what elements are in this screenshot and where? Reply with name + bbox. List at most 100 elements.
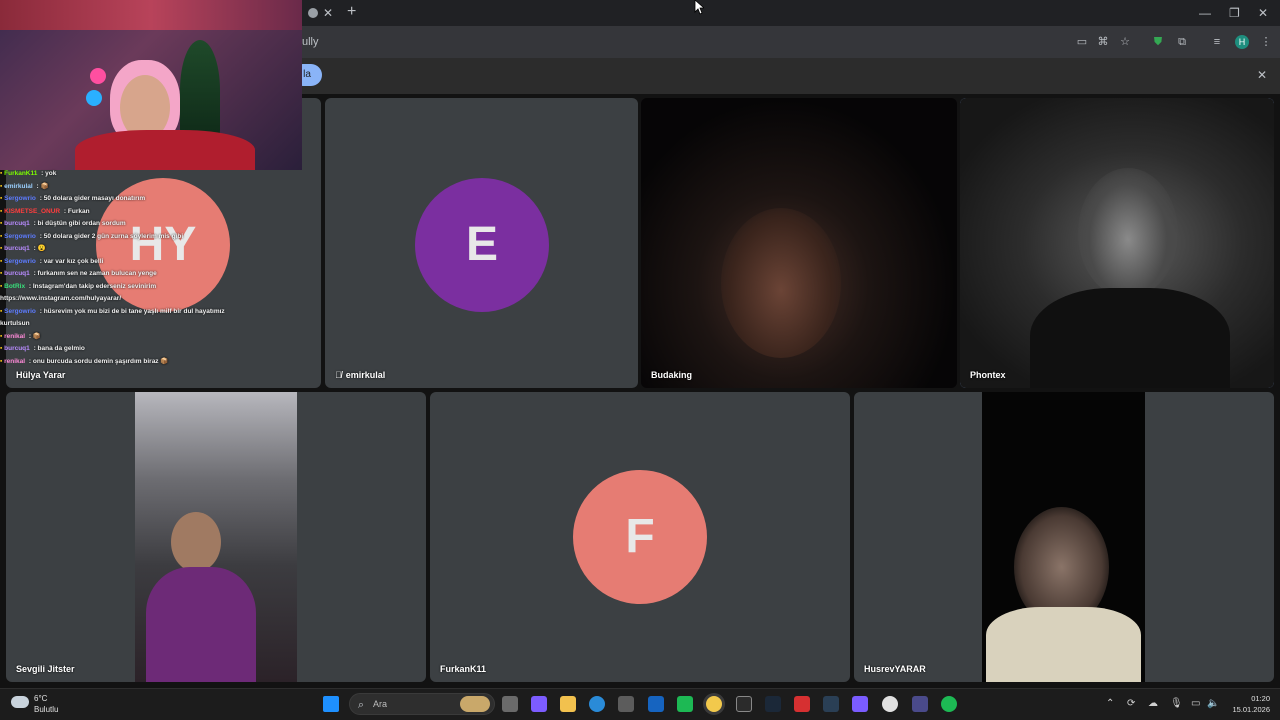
chat-message: ▪ emirkulal : 📦 — [0, 181, 320, 194]
store-icon[interactable] — [618, 696, 634, 712]
streamer-webcam — [0, 0, 302, 170]
chat-message: ▪ burcuq1 : bana da gelmio — [0, 343, 320, 356]
chat-text: : yok — [39, 170, 57, 177]
search-placeholder: Ara — [373, 699, 388, 709]
participant-tile-phontex[interactable]: Phontex — [960, 98, 1274, 388]
chat-username[interactable]: burcuq1 — [4, 220, 30, 227]
spotify-icon[interactable] — [941, 696, 957, 712]
clock-date: 15.01.2026 — [1232, 705, 1270, 714]
windows-start-icon[interactable] — [323, 696, 339, 712]
weather-temp: 6°C — [34, 694, 48, 703]
address-text[interactable]: ully — [302, 36, 319, 48]
game-app-icon[interactable] — [823, 696, 839, 712]
chat-text: kurtulsun — [0, 320, 30, 327]
vpn-app-icon[interactable] — [852, 696, 868, 712]
chat-text: : Instagram'dan takip ederseniz seviniri… — [27, 282, 157, 290]
participant-tile-emirkulal[interactable]: E 🎙̸ emirkulal — [325, 98, 638, 388]
chat-message: ▪ Sergowrio : 50 dolara gider masayı don… — [0, 193, 320, 206]
copilot-icon[interactable] — [531, 696, 547, 712]
chat-text: https://www.instagram.com/hulyayarar/ — [0, 295, 122, 302]
weather-widget[interactable]: 6°C Bulutlu — [34, 693, 58, 715]
system-clock[interactable]: 01:20 15.01.2026 — [1226, 693, 1270, 715]
participant-tile-budaking[interactable]: Budaking — [641, 98, 957, 388]
chat-username[interactable]: KISMETSE_ONUR — [4, 208, 60, 215]
edge-icon[interactable] — [589, 696, 605, 712]
restore-icon[interactable]: ❐ — [1229, 6, 1240, 20]
chat-username[interactable]: FurkanK11 — [4, 170, 37, 177]
profile-avatar[interactable]: H — [1235, 35, 1249, 49]
xbox-icon[interactable] — [677, 696, 693, 712]
onedrive-icon[interactable]: ☁ — [1148, 698, 1158, 709]
new-tab-button[interactable]: + — [347, 3, 356, 21]
tab-audio-icon — [308, 8, 318, 18]
chat-text: : bi düştün gibi ordan sordum — [31, 220, 126, 227]
participant-tile-husrevyarar[interactable]: HusrevYARAR — [854, 392, 1274, 682]
app-icon[interactable] — [912, 696, 928, 712]
chat-message: ▪ FurkanK11 : yok — [0, 168, 320, 181]
participant-name: Budaking — [651, 370, 693, 380]
folder-icon[interactable] — [560, 696, 576, 712]
close-window-icon[interactable]: ✕ — [1258, 6, 1268, 20]
chat-text: : onu burcuda sordu demin şaşırdım biraz… — [27, 357, 169, 365]
search-icon: ⌕ — [357, 699, 365, 711]
participant-name-row: 🎙̸ emirkulal — [335, 370, 385, 380]
chat-message: ▪ renikal : 📦 — [0, 331, 320, 344]
chevron-up-icon[interactable]: ⌃ — [1106, 698, 1114, 709]
stream-chat: ▪ FurkanK11 : yok ▪ emirkulal : 📦 ▪ Sergow… — [0, 168, 320, 368]
chat-username[interactable]: burcuq1 — [4, 345, 30, 352]
chat-message: ▪ KISMETSE_ONUR : Furkan — [0, 206, 320, 219]
participant-avatar: F — [573, 470, 707, 604]
infobar-close-icon[interactable]: ✕ — [1257, 68, 1267, 82]
outlook-icon[interactable] — [648, 696, 664, 712]
shield-extension-icon[interactable]: ⛊ — [1151, 35, 1165, 49]
neon-light — [90, 68, 106, 84]
chat-message: ▪ Sergowrio : var var kız çok belli — [0, 256, 320, 269]
chat-username[interactable]: BotRix — [4, 283, 25, 290]
chat-text: : Furkan — [62, 207, 90, 215]
chat-username[interactable]: Sergowrio — [4, 233, 36, 240]
participant-name: FurkanK11 — [440, 664, 487, 674]
tray-app-icon[interactable]: ⟳ — [1127, 698, 1135, 709]
taskbar — [0, 688, 1280, 720]
menu-kebab-icon[interactable]: ⋮ — [1259, 35, 1273, 49]
obs-icon[interactable] — [882, 696, 898, 712]
media-app-icon[interactable] — [794, 696, 810, 712]
streamer-sweater — [75, 130, 255, 170]
tab-close-icon[interactable]: ✕ — [323, 6, 333, 20]
network-icon[interactable]: ▭ — [1191, 698, 1200, 709]
chat-text: : hüsrevim yok mu bizi de bi tane yaşlı … — [37, 307, 225, 315]
chat-username[interactable]: burcuq1 — [4, 270, 30, 277]
chat-text: : 📦 — [34, 182, 49, 190]
participant-name: Hülya Yarar — [16, 370, 66, 380]
chat-username[interactable]: emirkulal — [4, 183, 33, 190]
chat-username[interactable]: renikal — [4, 333, 25, 340]
participant-name: Phontex — [970, 370, 1006, 380]
participant-jacket — [146, 567, 256, 682]
chat-text: : bana da gelmio — [31, 345, 85, 352]
volume-icon[interactable]: 🔈 — [1207, 698, 1219, 709]
minimize-icon[interactable]: — — [1199, 6, 1211, 20]
chat-username[interactable]: Sergowrio — [4, 308, 36, 315]
cast-icon[interactable]: ▭ — [1075, 35, 1089, 49]
participant-name: HusrevYARAR — [864, 664, 926, 674]
chat-username[interactable]: Sergowrio — [4, 195, 36, 202]
extensions-icon[interactable]: ⧉ — [1175, 35, 1189, 49]
chat-username[interactable]: Sergowrio — [4, 258, 36, 265]
media-control-icon[interactable]: ≡ — [1210, 35, 1224, 49]
chat-username[interactable]: renikal — [4, 358, 25, 365]
chat-username[interactable]: burcuq1 — [4, 245, 30, 252]
steam-icon[interactable] — [765, 696, 781, 712]
translate-icon[interactable]: ⌘ — [1096, 35, 1110, 49]
microphone-icon[interactable]: 🎙 — [1170, 698, 1183, 709]
participant-hood — [986, 607, 1141, 682]
mouse-cursor — [694, 0, 704, 15]
cloud-icon — [11, 696, 29, 708]
epic-games-icon[interactable] — [736, 696, 752, 712]
participant-face — [1078, 168, 1178, 298]
chrome-icon[interactable] — [706, 696, 722, 712]
chat-text: : 😮 — [31, 245, 46, 252]
participant-tile-furkank11[interactable]: F FurkanK11 — [430, 392, 850, 682]
bookmark-star-icon[interactable]: ☆ — [1118, 35, 1132, 49]
participant-tile-sevgili-jitster[interactable]: Sevgili Jitster — [6, 392, 426, 682]
task-view-icon[interactable] — [502, 696, 518, 712]
